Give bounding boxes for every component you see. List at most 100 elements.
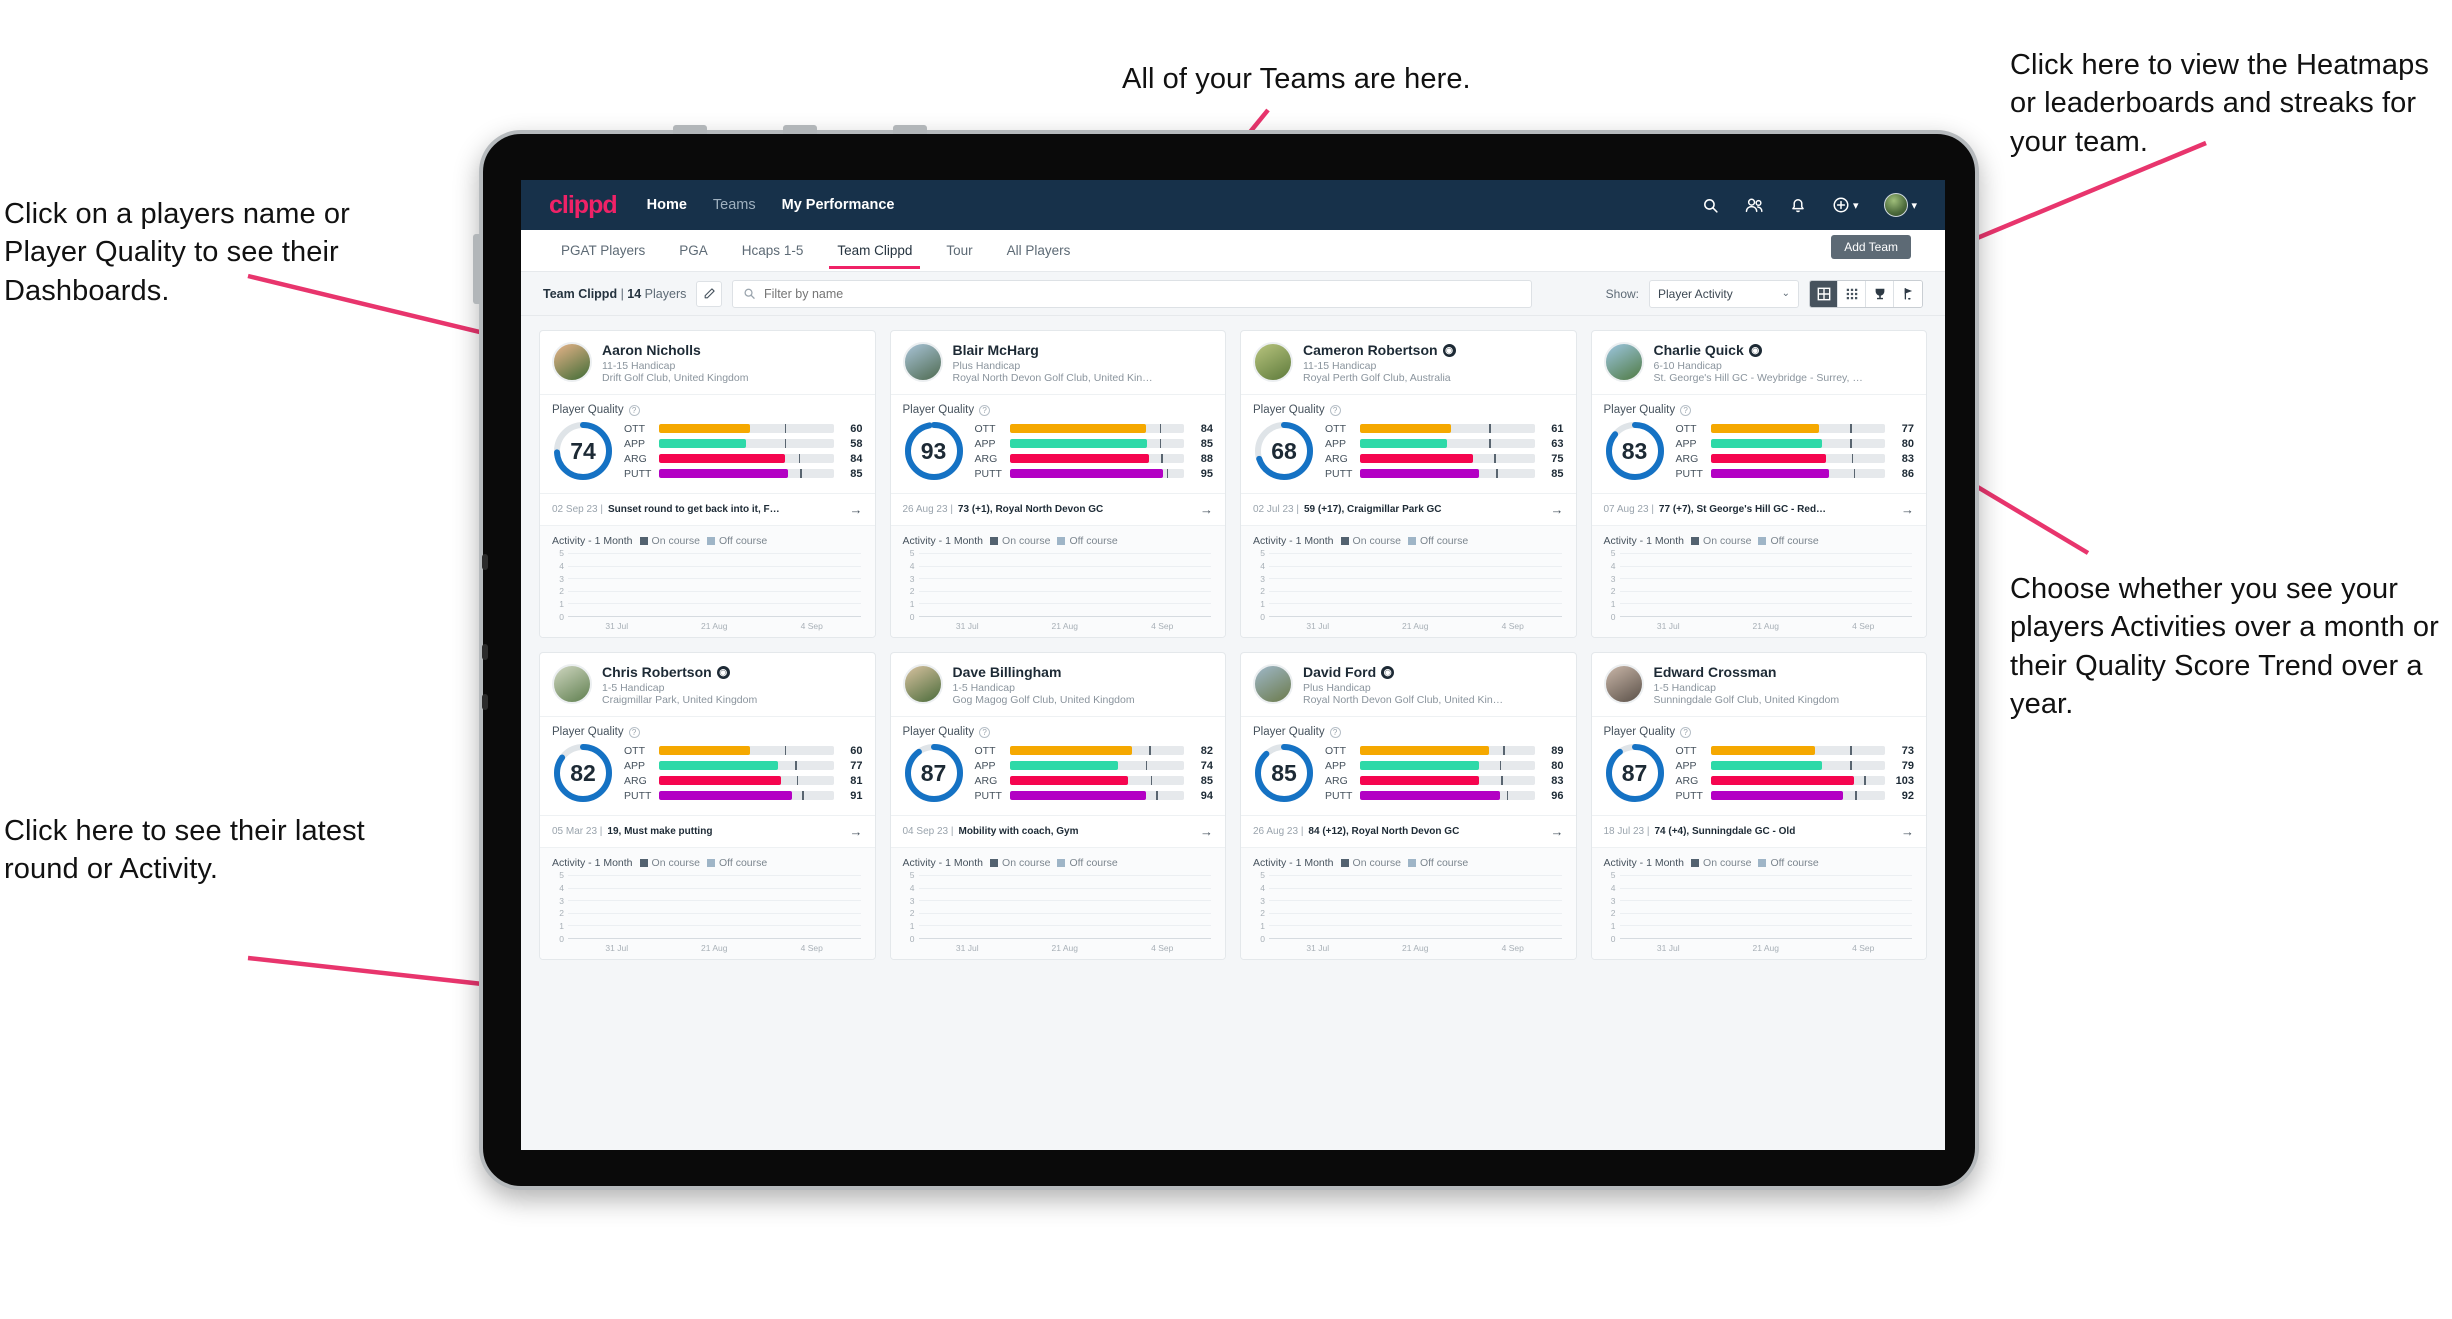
tab-team-clippd[interactable]: Team Clippd: [829, 233, 921, 269]
latest-round-row[interactable]: 07 Aug 23 | 77 (+7), St George's Hill GC …: [1591, 493, 1926, 525]
latest-round-row[interactable]: 02 Sep 23 | Sunset round to get back into…: [540, 493, 875, 525]
tab-tour[interactable]: Tour: [944, 233, 974, 268]
tab-all-players[interactable]: All Players: [1005, 233, 1073, 268]
player-name[interactable]: Chris Robertson ◉: [602, 664, 757, 680]
dense-grid-view-button[interactable]: [1838, 280, 1866, 307]
player-quality-section[interactable]: Player Quality? 74 OTT 60 APP 58 ARG 84 PUTT 85: [540, 394, 875, 493]
player-card[interactable]: Edward Crossman 1-5 Handicap Sunningdale G…: [1590, 652, 1927, 960]
nav-my-performance[interactable]: My Performance: [782, 197, 895, 213]
player-card-header[interactable]: Charlie Quick ◉ 6-10 Handicap St. George's …: [1592, 331, 1927, 394]
legend-off-course: Off course: [1758, 857, 1819, 869]
tab-pgat-players[interactable]: PGAT Players: [559, 233, 647, 268]
metric-label: OTT: [1325, 422, 1346, 435]
help-icon[interactable]: ?: [1329, 404, 1341, 416]
latest-round-row[interactable]: 02 Jul 23 | 59 (+17), Craigmillar Park GC…: [1241, 493, 1576, 525]
add-team-button[interactable]: Add Team: [1831, 235, 1911, 259]
player-card-header[interactable]: Blair McHarg Plus Handicap Royal North Dev…: [891, 331, 1226, 394]
arrow-right-icon[interactable]: →: [1551, 824, 1564, 839]
tab-pga[interactable]: PGA: [677, 233, 710, 268]
nav-teams[interactable]: Teams: [713, 197, 756, 213]
arrow-right-icon[interactable]: →: [850, 824, 863, 839]
player-card[interactable]: Blair McHarg Plus Handicap Royal North Dev…: [889, 330, 1226, 638]
player-quality-title: Player Quality?: [903, 726, 1214, 738]
flag-view-button[interactable]: [1894, 280, 1922, 307]
metric-value: 73: [1901, 744, 1914, 757]
show-select[interactable]: Player Activity ⌄: [1649, 279, 1799, 308]
latest-round-row[interactable]: 18 Jul 23 | 74 (+4), Sunningdale GC - Old…: [1591, 815, 1926, 847]
player-name[interactable]: Dave Billingham: [953, 664, 1135, 680]
player-card[interactable]: Cameron Robertson ◉ 11-15 Handicap Royal Pe…: [1240, 330, 1577, 638]
metric-label: PUTT: [1325, 789, 1353, 802]
latest-round-row[interactable]: 26 Aug 23 | 73 (+1), Royal North Devon GC…: [890, 493, 1225, 525]
player-quality-section[interactable]: Player Quality? 83 OTT 77 APP 80 ARG 83 PUTT 86: [1591, 394, 1926, 493]
people-icon[interactable]: [1745, 197, 1764, 214]
player-card-header[interactable]: Chris Robertson ◉ 1-5 Handicap Craigmillar …: [540, 653, 875, 716]
metric-label: PUTT: [1325, 467, 1353, 480]
player-name[interactable]: Charlie Quick ◉: [1654, 342, 1863, 358]
search-box[interactable]: [732, 279, 1533, 308]
player-quality-section[interactable]: Player Quality? 68 OTT 61 APP 63 ARG 75 PUTT 85: [1241, 394, 1576, 493]
player-quality-section[interactable]: Player Quality? 85 OTT 89 APP 80 ARG 83 PUTT 96: [1241, 716, 1576, 815]
nav-home[interactable]: Home: [647, 197, 687, 213]
trophy-view-button[interactable]: [1866, 280, 1894, 307]
player-quality-section[interactable]: Player Quality? 87 OTT 73 APP 79 ARG 103 PUTT 92: [1591, 716, 1926, 815]
metric-label: APP: [1325, 759, 1347, 772]
player-club: Craigmillar Park, United Kingdom: [602, 694, 758, 706]
help-icon[interactable]: ?: [1329, 726, 1341, 738]
arrow-right-icon[interactable]: →: [1551, 502, 1564, 517]
player-card[interactable]: Chris Robertson ◉ 1-5 Handicap Craigmillar …: [539, 652, 876, 960]
player-quality-section[interactable]: Player Quality? 82 OTT 60 APP 77 ARG 81 PUTT 91: [540, 716, 875, 815]
arrow-right-icon[interactable]: →: [850, 502, 863, 517]
app-header: clippd Home Teams My Performance ▾ ▾: [521, 180, 1945, 230]
player-card-header[interactable]: Aaron Nicholls 11-15 Handicap Drift Golf C…: [540, 331, 875, 394]
tablet-device: clippd Home Teams My Performance ▾ ▾ PGA…: [473, 125, 1979, 1190]
player-card[interactable]: Charlie Quick ◉ 6-10 Handicap St. George's …: [1590, 330, 1927, 638]
player-name[interactable]: Edward Crossman: [1654, 664, 1840, 680]
metric-benchmark-tick: [1156, 791, 1158, 800]
help-icon[interactable]: ?: [979, 726, 991, 738]
player-card-header[interactable]: David Ford ◉ Plus Handicap Royal North Devo…: [1241, 653, 1576, 716]
player-card-header[interactable]: Cameron Robertson ◉ 11-15 Handicap Royal Pe…: [1241, 331, 1576, 394]
player-card[interactable]: Dave Billingham 1-5 Handicap Gog Magog Gol…: [889, 652, 1226, 960]
search-icon[interactable]: [1702, 197, 1719, 214]
player-name[interactable]: Aaron Nicholls: [602, 342, 748, 358]
player-card[interactable]: David Ford ◉ Plus Handicap Royal North Devo…: [1240, 652, 1577, 960]
clippd-logo[interactable]: clippd: [549, 191, 618, 220]
player-name[interactable]: David Ford ◉: [1303, 664, 1503, 680]
player-card-header[interactable]: Dave Billingham 1-5 Handicap Gog Magog Gol…: [891, 653, 1226, 716]
latest-round-row[interactable]: 05 Mar 23 | 19, Must make putting →: [540, 815, 875, 847]
activity-section: Activity - 1 Month On course Off course 0 1 2…: [1241, 847, 1576, 959]
player-card-header[interactable]: Edward Crossman 1-5 Handicap Sunningdale G…: [1592, 653, 1927, 716]
player-card[interactable]: Aaron Nicholls 11-15 Handicap Drift Golf C…: [539, 330, 876, 638]
metric-benchmark-tick: [1145, 761, 1148, 770]
metric-bar-fill: [1360, 469, 1479, 478]
metric-bar-fill: [1710, 746, 1816, 755]
bell-icon[interactable]: [1790, 196, 1806, 214]
player-name[interactable]: Blair McHarg: [953, 342, 1153, 358]
avatar: [1603, 664, 1644, 704]
help-icon[interactable]: ?: [1680, 726, 1692, 738]
player-quality-section[interactable]: Player Quality? 87 OTT 82 APP 74 ARG 85 PUTT 94: [890, 716, 1225, 815]
flag-icon: [1904, 287, 1913, 300]
help-icon[interactable]: ?: [979, 404, 991, 416]
metric-label: PUTT: [974, 789, 1002, 802]
latest-round-row[interactable]: 26 Aug 23 | 84 (+12), Royal North Devon G…: [1241, 815, 1576, 847]
help-icon[interactable]: ?: [628, 404, 640, 416]
tab-hcaps-1-5[interactable]: Hcaps 1-5: [740, 233, 806, 268]
help-icon[interactable]: ?: [628, 726, 640, 738]
metric-label: OTT: [1675, 744, 1697, 757]
arrow-right-icon[interactable]: →: [1200, 824, 1213, 839]
grid-view-button[interactable]: [1810, 280, 1838, 307]
arrow-right-icon[interactable]: →: [1200, 502, 1213, 517]
arrow-right-icon[interactable]: →: [1901, 502, 1914, 517]
latest-round-row[interactable]: 04 Sep 23 | Mobility with coach, Gym →: [890, 815, 1225, 847]
annotation-activity-toggle: Choose whether you see your players Acti…: [2010, 573, 2439, 720]
avatar[interactable]: ▾: [1884, 193, 1917, 217]
player-name[interactable]: Cameron Robertson ◉: [1303, 342, 1456, 358]
plus-circle-icon[interactable]: ▾: [1832, 196, 1858, 214]
arrow-right-icon[interactable]: →: [1901, 824, 1914, 839]
help-icon[interactable]: ?: [1680, 404, 1692, 416]
edit-team-button[interactable]: [696, 280, 723, 307]
search-input[interactable]: [764, 286, 1522, 301]
player-quality-section[interactable]: Player Quality? 93 OTT 84 APP 85 ARG 88 PUTT 95: [890, 394, 1225, 493]
